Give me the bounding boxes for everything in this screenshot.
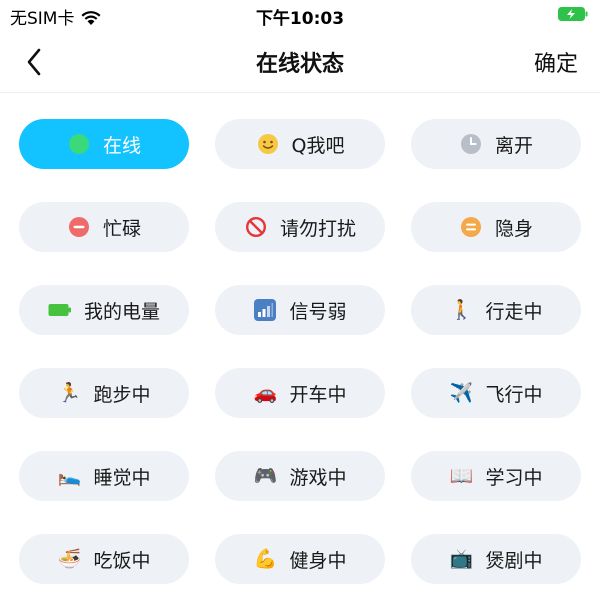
status-option[interactable]: 信号弱 — [215, 285, 385, 335]
tv-icon: 📺 — [449, 547, 474, 570]
status-option[interactable]: 💪 健身中 — [215, 534, 385, 584]
no-entry-icon — [244, 215, 268, 239]
status-label: 离开 — [494, 134, 533, 157]
status-label: 学习中 — [485, 466, 543, 489]
noodle-bowl-icon: 🍜 — [57, 547, 82, 570]
car-icon: 🚗 — [253, 381, 278, 404]
status-option[interactable]: 离开 — [411, 119, 581, 169]
status-option[interactable]: 请勿打扰 — [215, 202, 385, 252]
status-time: 下午10:03 — [255, 9, 345, 29]
signal-icon — [253, 298, 277, 322]
status-label: 信号弱 — [289, 300, 347, 323]
status-option[interactable]: 🛌 睡觉中 — [19, 451, 189, 501]
status-option[interactable]: 📺 煲剧中 — [411, 534, 581, 584]
green-dot-icon — [67, 132, 91, 156]
status-label: 我的电量 — [83, 300, 160, 323]
status-option[interactable]: ✈️ 飞行中 — [411, 368, 581, 418]
status-label: 请勿打扰 — [279, 217, 356, 240]
battery-icon — [48, 298, 72, 322]
status-bar: 无SIM卡 下午10:03 — [0, 0, 600, 30]
book-icon: 📖 — [449, 464, 474, 487]
flexed-bicep-icon: 💪 — [253, 547, 278, 570]
nav-bar: 在线状态 确定 — [0, 30, 600, 92]
smile-icon — [256, 132, 280, 156]
status-option[interactable]: 🎮 游戏中 — [215, 451, 385, 501]
status-option[interactable]: 🚶 行走中 — [411, 285, 581, 335]
status-option[interactable]: Q我吧 — [215, 119, 385, 169]
confirm-button[interactable]: 确定 — [534, 46, 578, 78]
status-label: 跑步中 — [93, 383, 151, 406]
status-label: 在线 — [102, 134, 141, 157]
status-label: 游戏中 — [289, 466, 347, 489]
bed-icon: 🛌 — [57, 464, 82, 487]
status-label: 煲剧中 — [485, 549, 543, 572]
equals-circle-icon — [459, 215, 483, 239]
minus-circle-icon — [67, 215, 91, 239]
divider — [0, 92, 600, 93]
status-label: 隐身 — [494, 217, 533, 240]
status-option[interactable]: 🍜 吃饭中 — [19, 534, 189, 584]
clock-icon — [459, 132, 483, 156]
status-label: 忙碌 — [102, 217, 141, 240]
status-label: 健身中 — [289, 549, 347, 572]
status-label: 开车中 — [289, 383, 347, 406]
status-option[interactable]: 🏃 跑步中 — [19, 368, 189, 418]
status-label: 飞行中 — [485, 383, 543, 406]
status-option[interactable]: 隐身 — [411, 202, 581, 252]
status-grid: 在线 Q我吧 离开忙碌 请勿打扰 隐身我的电量 信号弱 🚶 行走中 🏃 跑步中 🚗 开车中 ✈️ 飞行中 🛌… — [19, 119, 581, 584]
status-option[interactable]: 🚗 开车中 — [215, 368, 385, 418]
gamepad-icon: 🎮 — [253, 464, 278, 487]
running-icon: 🏃 — [57, 381, 82, 404]
status-label: 行走中 — [485, 300, 543, 323]
status-option[interactable]: 在线 — [19, 119, 189, 169]
airplane-icon: ✈️ — [449, 381, 474, 404]
status-option[interactable]: 我的电量 — [19, 285, 189, 335]
status-option[interactable]: 忙碌 — [19, 202, 189, 252]
page-title: 在线状态 — [255, 52, 344, 77]
walking-icon: 🚶 — [449, 298, 474, 321]
battery-charging-icon — [558, 7, 588, 21]
status-label: Q我吧 — [291, 134, 345, 157]
status-label: 睡觉中 — [93, 466, 151, 489]
status-option[interactable]: 📖 学习中 — [411, 451, 581, 501]
status-label: 吃饭中 — [93, 549, 151, 572]
